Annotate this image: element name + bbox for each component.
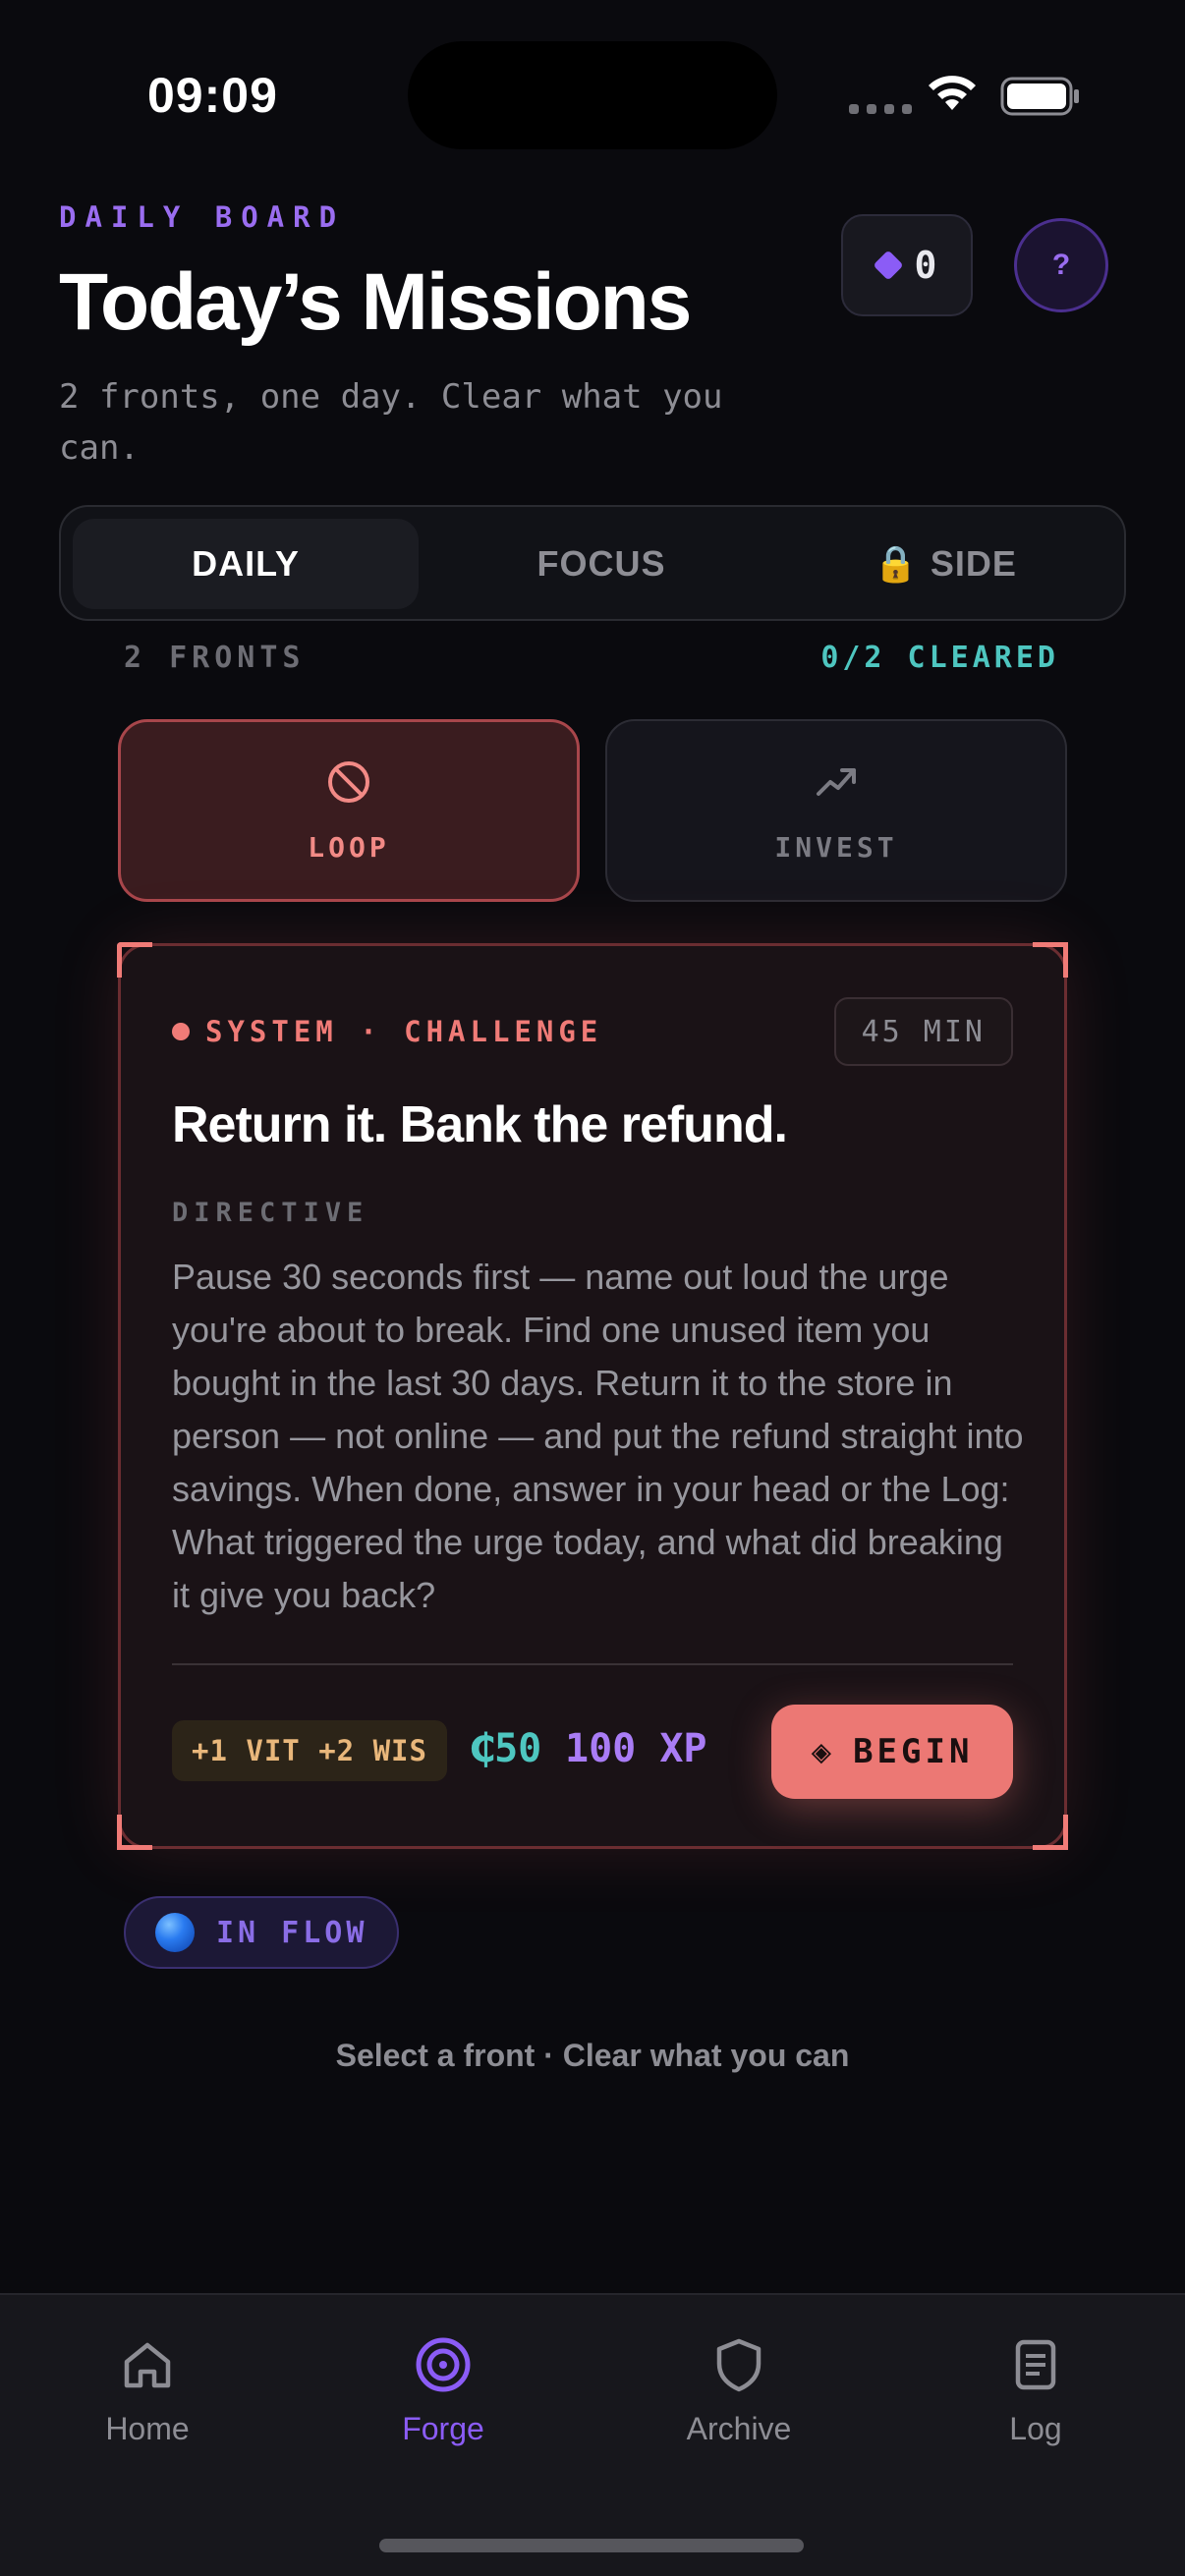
nav-label: Log [1009,2411,1062,2446]
fronts-count: 2 FRONTS [124,641,306,675]
flow-label: IN FLOW [216,1915,368,1950]
home-indicator[interactable] [379,2539,804,2552]
nav-item-forge[interactable]: Forge [345,2334,541,2447]
mission-tag: SYSTEM · CHALLENGE [172,1015,602,1048]
cellular-signal-icon [849,104,912,114]
tab-label: SIDE [930,543,1017,584]
duration-badge: 45 MIN [833,997,1013,1066]
front-label: INVEST [774,830,898,864]
shield-icon [716,2338,762,2392]
orb-icon [155,1913,195,1952]
gem-balance-pill[interactable]: 0 [841,214,973,316]
corner-bracket [117,942,152,978]
front-card-invest[interactable]: INVEST [605,719,1067,902]
diamond-icon: ◈ [811,1732,836,1771]
status-dot-icon [172,1023,190,1040]
nav-item-archive[interactable]: Archive [641,2334,837,2447]
nav-label: Archive [686,2411,792,2446]
cleared-count: 0/2 CLEARED [820,641,1059,675]
xp-reward: 100 XP [565,1726,707,1771]
prohibited-icon [328,760,369,803]
wifi-icon [929,76,976,110]
mission-card: SYSTEM · CHALLENGE 45 MIN Return it. Ban… [117,942,1068,1850]
corner-bracket [117,1815,152,1850]
directive-label: DIRECTIVE [172,1198,369,1228]
lock-icon: 🔒 [874,543,919,584]
battery-icon [1000,77,1079,116]
bottom-nav: Home Forge Archive Log [0,2293,1185,2576]
home-icon [124,2342,171,2388]
tab-daily[interactable]: DAILY [73,519,419,609]
trending-up-icon [817,767,856,796]
hint-text: Select a front · Clear what you can [335,2038,850,2073]
corner-bracket [1033,1815,1068,1850]
mission-title: Return it. Bank the refund. [172,1096,788,1153]
nav-label: Forge [402,2411,484,2446]
tab-label: FOCUS [536,543,666,584]
nav-label: Home [105,2411,190,2446]
help-button[interactable]: ? [1014,218,1108,312]
tab-side[interactable]: 🔒 SIDE [788,519,1102,609]
document-icon [1015,2339,1056,2390]
stat-rewards-badge: +1 VIT +2 WIS [172,1720,447,1781]
nav-item-log[interactable]: Log [937,2334,1134,2447]
flow-status-chip[interactable]: IN FLOW [124,1896,400,1969]
corner-bracket [1033,942,1068,978]
status-time: 09:09 [147,68,278,123]
tab-label: DAILY [192,543,300,584]
mission-tag-label: SYSTEM · CHALLENGE [205,1015,603,1048]
coin-reward: ₵50 [471,1726,542,1771]
page-subtitle: 2 fronts, one day. Clear what you can. [59,377,723,468]
mission-tabs: DAILY FOCUS 🔒 SIDE [59,505,1126,621]
front-label: LOOP [308,830,390,864]
nav-item-home[interactable]: Home [49,2334,246,2447]
board-eyebrow: DAILY BOARD [59,200,346,234]
page-title: Today’s Missions [59,257,692,347]
dynamic-island [408,41,777,149]
target-icon [416,2337,471,2392]
begin-button[interactable]: ◈ BEGIN [771,1705,1013,1799]
directive-text: Pause 30 seconds first — name out loud t… [172,1257,1024,1615]
tab-focus[interactable]: FOCUS [444,519,759,609]
gem-count: 0 [914,244,937,287]
divider [172,1663,1013,1665]
begin-label: BEGIN [853,1732,974,1771]
front-card-loop[interactable]: LOOP [118,719,580,902]
gem-icon [872,250,904,281]
